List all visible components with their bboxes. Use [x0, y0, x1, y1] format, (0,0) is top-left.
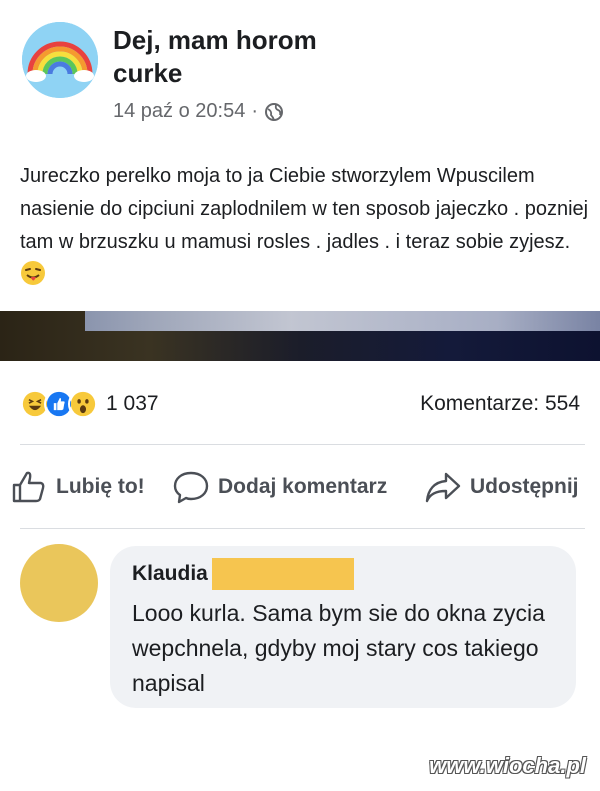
post-image[interactable]	[0, 311, 600, 361]
reactions-summary[interactable]: 1 037	[20, 389, 159, 419]
page-name[interactable]: Dej, mam horom curke	[113, 24, 373, 90]
site-watermark: www.wiocha.pl	[429, 753, 586, 778]
rainbow-icon	[22, 22, 98, 98]
wow-reaction-icon	[68, 389, 98, 419]
page-avatar[interactable]	[22, 22, 98, 98]
winking-tongue-emoji-icon	[21, 261, 45, 285]
like-button[interactable]: Lubię to!	[10, 468, 145, 506]
divider	[20, 528, 585, 529]
comment-button[interactable]: Dodaj komentarz	[172, 468, 387, 506]
post-text: Jureczko perelko moja to ja Ciebie stwor…	[20, 160, 590, 292]
comment-text: Looo kurla. Sama bym sie do okna zycia w…	[132, 600, 545, 696]
comment-author[interactable]: Klaudia	[132, 562, 208, 586]
image-highlight	[85, 311, 600, 331]
redacted-surname	[211, 558, 354, 590]
post-body: Jureczko perelko moja to ja Ciebie stwor…	[20, 165, 589, 253]
comment-author-row: Klaudia	[132, 558, 354, 590]
comment-bubble: Klaudia Looo kurla. Sama bym sie do okna…	[110, 546, 576, 708]
commenter-avatar[interactable]	[20, 544, 98, 622]
reaction-count: 1 037	[106, 392, 159, 415]
globe-icon	[265, 102, 284, 121]
post-stats: 1 037 Komentarze: 554	[20, 386, 580, 422]
comments-count[interactable]: Komentarze: 554	[420, 392, 580, 416]
speech-bubble-icon	[173, 471, 209, 504]
meta-separator: ·	[251, 100, 259, 122]
like-label: Lubię to!	[56, 475, 145, 498]
share-button[interactable]: Udostępnij	[424, 468, 579, 506]
post-header: Dej, mam horom curke 14 paź o 20:54 ·	[0, 0, 600, 150]
share-arrow-icon	[425, 472, 461, 503]
divider	[20, 444, 585, 445]
thumbs-up-icon	[12, 471, 45, 503]
action-bar: Lubię to! Dodaj komentarz Udostępnij	[0, 464, 600, 510]
post-meta: 14 paź o 20:54 ·	[113, 100, 284, 123]
comment-label: Dodaj komentarz	[218, 475, 388, 498]
share-label: Udostępnij	[470, 475, 579, 498]
post-timestamp[interactable]: 14 paź o 20:54	[113, 100, 245, 123]
